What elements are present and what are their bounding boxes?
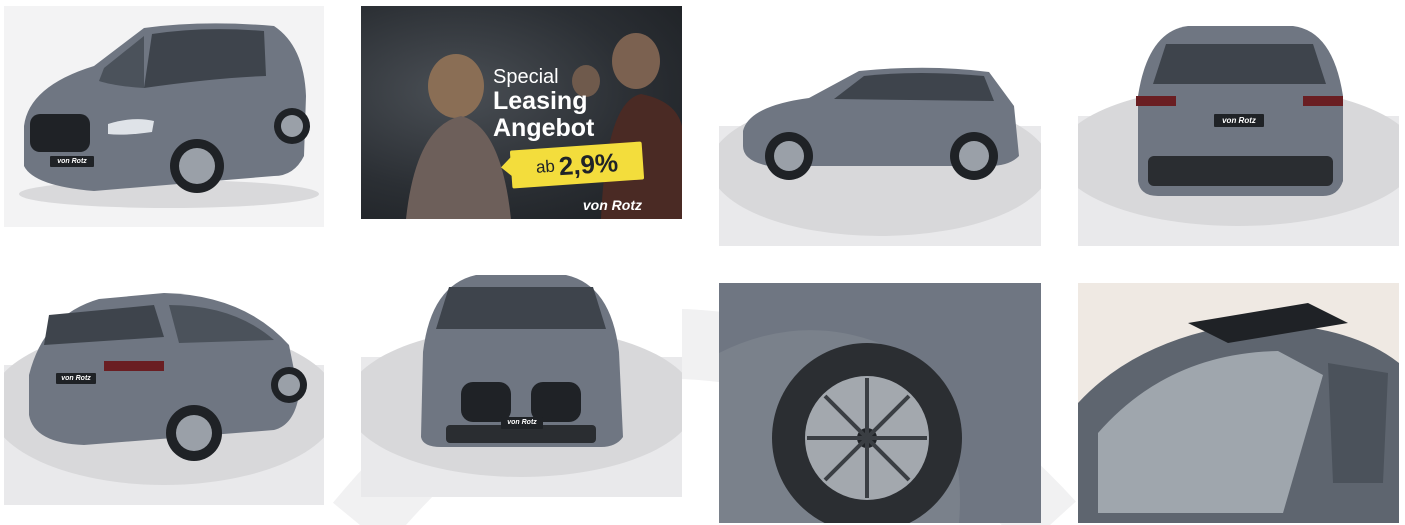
license-plate: von Rotz: [56, 373, 96, 384]
promo-angebot-text: Angebot: [493, 114, 595, 142]
gallery-thumbnail-rear-three-quarter[interactable]: von Rotz: [4, 265, 324, 505]
gallery-thumbnail-panoramic-roof[interactable]: [1078, 283, 1399, 523]
car-image: [361, 257, 682, 477]
car-image: [1078, 303, 1399, 523]
license-plate: von Rotz: [50, 156, 94, 167]
brand-logo-text: von Rotz: [582, 197, 642, 213]
car-image: [719, 6, 1041, 236]
gallery-thumbnail-front[interactable]: von Rotz: [361, 257, 682, 497]
gallery-thumbnail-wheel-detail[interactable]: [719, 283, 1041, 523]
badge-rate: 2,9%: [557, 146, 620, 181]
promo-headline: Special Leasing Angebot: [493, 66, 594, 142]
license-plate: von Rotz: [1214, 114, 1264, 127]
gallery-thumbnail-front-three-quarter[interactable]: von Rotz: [4, 6, 324, 227]
promo-leasing-text: Leasing: [493, 87, 588, 115]
car-image: [719, 283, 1041, 523]
gallery-thumbnail-side[interactable]: [719, 6, 1041, 246]
car-image: [19, 23, 319, 208]
car-image: [4, 265, 324, 485]
leasing-promo-banner[interactable]: Special Leasing Angebot ab 2,9% von Rotz: [361, 6, 682, 219]
promo-special-text: Special: [493, 66, 559, 88]
badge-prefix: ab: [535, 156, 556, 177]
gallery-thumbnail-rear[interactable]: von Rotz: [1078, 6, 1399, 246]
license-plate: von Rotz: [501, 417, 543, 429]
